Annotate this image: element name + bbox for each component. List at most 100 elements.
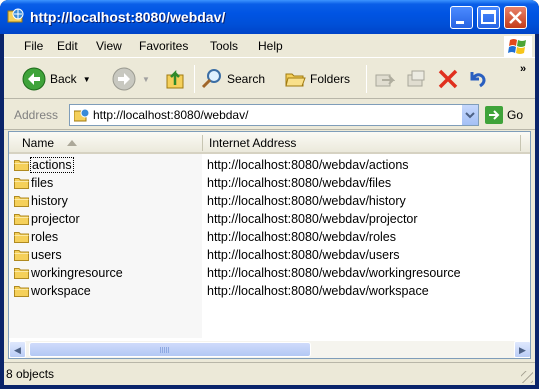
move-to-icon (375, 74, 395, 87)
list-item[interactable]: workingresource http://localhost:8080/web… (9, 264, 530, 282)
list-item[interactable]: files http://localhost:8080/webdav/files (9, 174, 530, 192)
webfolder-icon (74, 108, 90, 122)
address-dropdown-button[interactable] (461, 105, 478, 125)
menu-bar: File Edit View Favorites Tools Help (4, 34, 535, 58)
close-button[interactable] (504, 6, 527, 29)
windows-logo-icon (504, 36, 532, 58)
menu-file[interactable]: File (24, 39, 43, 53)
item-internet-address: http://localhost:8080/webdav/actions (207, 158, 409, 172)
item-internet-address: http://localhost:8080/webdav/workspace (207, 284, 429, 298)
folders-label: Folders (310, 72, 351, 86)
forward-button[interactable]: ▼ (112, 63, 150, 95)
back-button[interactable]: Back ▼ (22, 63, 91, 95)
list-item[interactable]: users http://localhost:8080/webdav/users (9, 246, 530, 264)
back-label: Back (50, 72, 77, 86)
toolbar-separator (366, 65, 367, 93)
status-bar: 8 objects (4, 362, 535, 385)
back-arrow-icon (22, 67, 46, 91)
toolbar: Back ▼ ▼ Search Folders » (4, 59, 535, 99)
arrow-left-icon: ◀ (14, 345, 21, 355)
window-title: http://localhost:8080/webdav/ (30, 9, 226, 25)
resize-grip-icon[interactable] (521, 371, 533, 383)
menu-tools[interactable]: Tools (210, 39, 238, 53)
scroll-left-button[interactable]: ◀ (9, 341, 26, 358)
item-name: workingresource (31, 266, 123, 280)
file-list[interactable]: Name Internet Address actions http://loca… (8, 131, 531, 359)
folder-icon (14, 268, 29, 279)
item-internet-address: http://localhost:8080/webdav/users (207, 248, 400, 262)
forward-dropdown-icon[interactable]: ▼ (142, 75, 150, 84)
item-name: workspace (31, 284, 91, 298)
search-magnifier-icon (201, 69, 221, 89)
folder-icon (14, 250, 29, 261)
back-dropdown-icon[interactable]: ▼ (83, 75, 91, 84)
folder-icon (14, 286, 29, 297)
menu-edit[interactable]: Edit (57, 39, 78, 53)
maximize-button[interactable] (477, 6, 500, 29)
address-label: Address (14, 108, 59, 122)
item-name: users (31, 248, 62, 262)
explorer-window: http://localhost:8080/webdav/ File Edit … (0, 0, 539, 389)
folder-icon (14, 214, 29, 225)
folders-icon (285, 73, 306, 87)
item-internet-address: http://localhost:8080/webdav/history (207, 194, 406, 208)
folder-icon (14, 160, 29, 171)
copy-to-icon (407, 70, 425, 87)
item-internet-address: http://localhost:8080/webdav/roles (207, 230, 397, 244)
delete-button[interactable] (437, 63, 459, 95)
scroll-thumb[interactable] (29, 342, 311, 357)
minimize-button[interactable] (450, 6, 473, 29)
delete-x-icon (438, 69, 458, 89)
window-client: File Edit View Favorites Tools Help Back (4, 34, 535, 385)
list-item[interactable]: actions http://localhost:8080/webdav/acti… (9, 156, 530, 174)
list-item[interactable]: workspace http://localhost:8080/webdav/wo… (9, 282, 530, 300)
up-folder-icon (166, 69, 184, 89)
item-internet-address: http://localhost:8080/webdav/workingreso… (207, 266, 461, 280)
item-name: actions (30, 157, 74, 173)
horizontal-scrollbar[interactable]: ◀ ▶ (9, 341, 530, 358)
forward-arrow-icon (112, 67, 136, 91)
up-folder-button[interactable] (164, 63, 188, 95)
folders-button[interactable]: Folders (284, 63, 350, 95)
item-name: history (31, 194, 68, 208)
move-to-button[interactable] (373, 63, 395, 95)
menu-view[interactable]: View (96, 39, 122, 53)
undo-icon (470, 72, 486, 88)
item-name: roles (31, 230, 59, 244)
maximize-icon (481, 10, 496, 24)
go-button[interactable]: Go (485, 106, 523, 124)
go-label: Go (507, 108, 524, 122)
folder-icon (14, 232, 29, 243)
address-input[interactable]: http://localhost:8080/webdav/ (69, 104, 479, 126)
column-divider[interactable] (202, 135, 203, 151)
scroll-right-button[interactable]: ▶ (514, 341, 530, 358)
search-label: Search (227, 72, 266, 86)
list-item[interactable]: roles http://localhost:8080/webdav/roles (9, 228, 530, 246)
arrow-right-icon: ▶ (519, 345, 526, 355)
toolbar-overflow-chevron[interactable]: » (520, 63, 526, 75)
menu-help[interactable]: Help (258, 39, 283, 53)
undo-button[interactable] (466, 63, 488, 95)
toolbar-separator (194, 65, 195, 93)
list-item[interactable]: history http://localhost:8080/webdav/hist… (9, 192, 530, 210)
column-name-header[interactable]: Name (22, 136, 54, 150)
item-internet-address: http://localhost:8080/webdav/projector (207, 212, 418, 226)
title-bar[interactable]: http://localhost:8080/webdav/ (0, 0, 539, 34)
close-icon (509, 11, 522, 24)
menu-favorites[interactable]: Favorites (139, 39, 188, 53)
go-arrow-icon (485, 106, 503, 124)
list-item[interactable]: projector http://localhost:8080/webdav/pr… (9, 210, 530, 228)
item-name: projector (31, 212, 80, 226)
column-internet-address-header[interactable]: Internet Address (209, 136, 296, 150)
address-value: http://localhost:8080/webdav/ (93, 108, 249, 122)
address-bar: Address http://localhost:8080/webdav/ Go (4, 100, 535, 130)
column-divider[interactable] (520, 135, 521, 151)
item-internet-address: http://localhost:8080/webdav/files (207, 176, 392, 190)
copy-to-button[interactable] (405, 63, 427, 95)
search-button[interactable]: Search (201, 63, 265, 95)
webfolder-icon (7, 8, 24, 23)
chevron-down-icon (465, 112, 475, 119)
item-name: files (31, 176, 54, 190)
folder-icon (14, 196, 29, 207)
minimize-icon (456, 21, 464, 24)
